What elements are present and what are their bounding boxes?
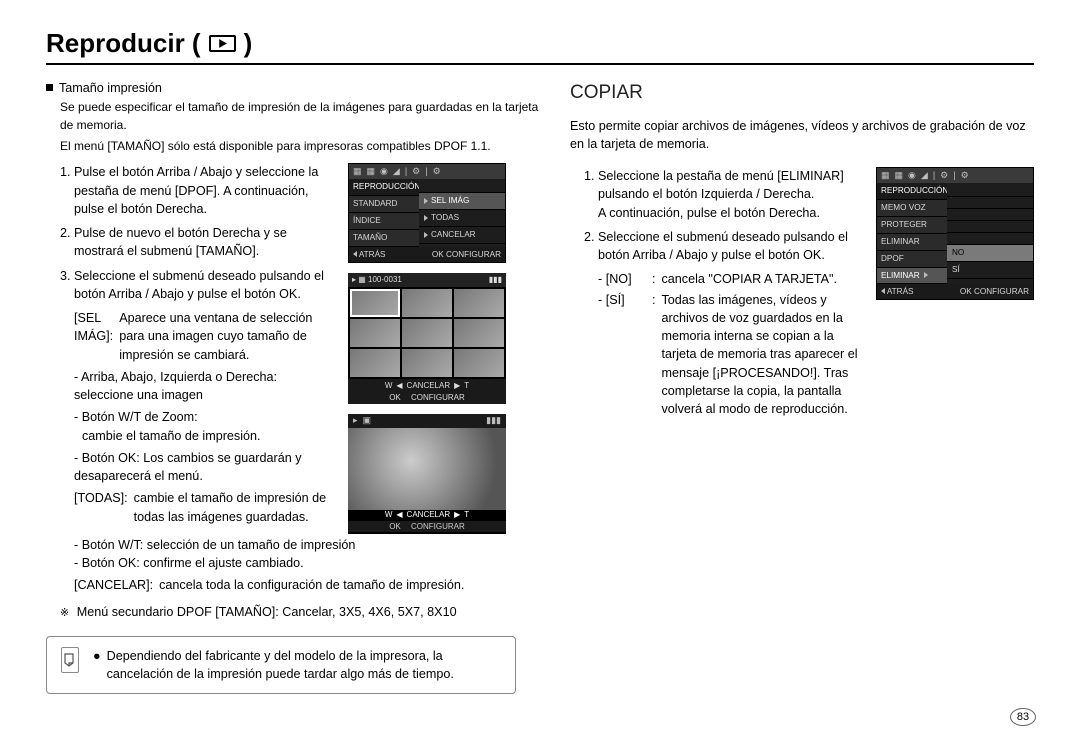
ok-text: - Botón OK: Los cambios se guardarán y d… xyxy=(74,449,336,486)
note-box: ● Dependiendo del fabricante y del model… xyxy=(46,636,516,695)
left-column: Tamaño impresión Se puede especificar el… xyxy=(46,79,544,694)
bullet-dot-icon: ● xyxy=(93,647,101,684)
wt2-text: cambie el tamaño de impresión. xyxy=(82,429,261,443)
camera-menu-1: ▦▦◉◢|⚙|⚙ REPRODUCCIÓN STANDARD ÍNDICE TA… xyxy=(348,163,506,263)
wt-text: - Botón W/T de Zoom: xyxy=(74,410,198,424)
sel-text: Aparece una ventana de selección para un… xyxy=(119,309,336,364)
right-step-1: Seleccione la pestaña de menú [ELIMINAR]… xyxy=(598,167,864,222)
sel-label: [SEL IMÁG]: xyxy=(74,309,113,364)
arrow-text: - Arriba, Abajo, Izquierda o Derecha: se… xyxy=(74,368,336,405)
si-text: Todas las imágenes, vídeos y archivos de… xyxy=(662,291,865,419)
no-text: cancela "COPIAR A TARJETA". xyxy=(662,270,838,288)
camera-thumbnails: ▸ ▦ 100-0031▮▮▮ W◀CANCELAR▶T OK CONFIGUR… xyxy=(348,273,506,404)
cancel-label: [CANCELAR]: xyxy=(74,576,153,594)
page-title: Reproducir ( ) xyxy=(46,28,1034,59)
reference-mark-icon: ※ xyxy=(60,607,69,619)
title-close: ) xyxy=(244,28,253,59)
secondary-menu: Menú secundario DPOF [TAMAÑO]: Cancelar,… xyxy=(77,605,457,619)
manual-page: Reproducir ( ) Tamaño impresión Se puede… xyxy=(0,0,1080,746)
camera-menu-2: ▦▦◉◢|⚙|⚙ REPRODUCCIÓN MEMO VOZ PROTEGER … xyxy=(876,167,1034,300)
left-p1: Se puede especificar el tamaño de impres… xyxy=(60,99,544,134)
todas-label: [TODAS]: xyxy=(74,489,128,526)
right-intro: Esto permite copiar archivos de imágenes… xyxy=(570,117,1034,154)
left-step-1: Pulse el botón Arriba / Abajo y seleccio… xyxy=(74,163,336,218)
bullet-icon xyxy=(46,84,53,91)
right-step-2: Seleccione el submenú deseado pulsando e… xyxy=(598,228,864,265)
screenshot-stack: ▦▦◉◢|⚙|⚙ REPRODUCCIÓN STANDARD ÍNDICE TA… xyxy=(348,163,506,536)
title-divider xyxy=(46,63,1034,65)
todas-text: cambie el tamaño de impresión de todas l… xyxy=(134,489,336,526)
camera-photo: ▸▣▮▮▮ W◀CANCELAR▶T OK CONFIGURAR xyxy=(348,414,506,534)
wt-sel: - Botón W/T: selección de un tamaño de i… xyxy=(74,536,544,554)
title-text: Reproducir ( xyxy=(46,28,201,59)
left-step-3: Seleccione el submenú deseado pulsando e… xyxy=(74,267,336,304)
page-number: 83 xyxy=(1010,708,1036,726)
left-p2: El menú [TAMAÑO] sólo está disponible pa… xyxy=(60,138,544,155)
note-text: Dependiendo del fabricante y del modelo … xyxy=(107,647,501,684)
right-column: COPIAR Esto permite copiar archivos de i… xyxy=(570,79,1034,694)
right-heading: COPIAR xyxy=(570,79,1034,107)
ok-conf: - Botón OK: confirme el ajuste cambiado. xyxy=(74,554,544,572)
si-key: - [SÍ] xyxy=(598,291,646,419)
play-icon xyxy=(209,35,236,52)
left-step-2: Pulse de nuevo el botón Derecha y se mos… xyxy=(74,224,336,261)
note-icon xyxy=(61,647,79,673)
no-key: - [NO] xyxy=(598,270,646,288)
cancel-text: cancela toda la configuración de tamaño … xyxy=(159,576,464,594)
left-heading: Tamaño impresión xyxy=(59,79,162,97)
